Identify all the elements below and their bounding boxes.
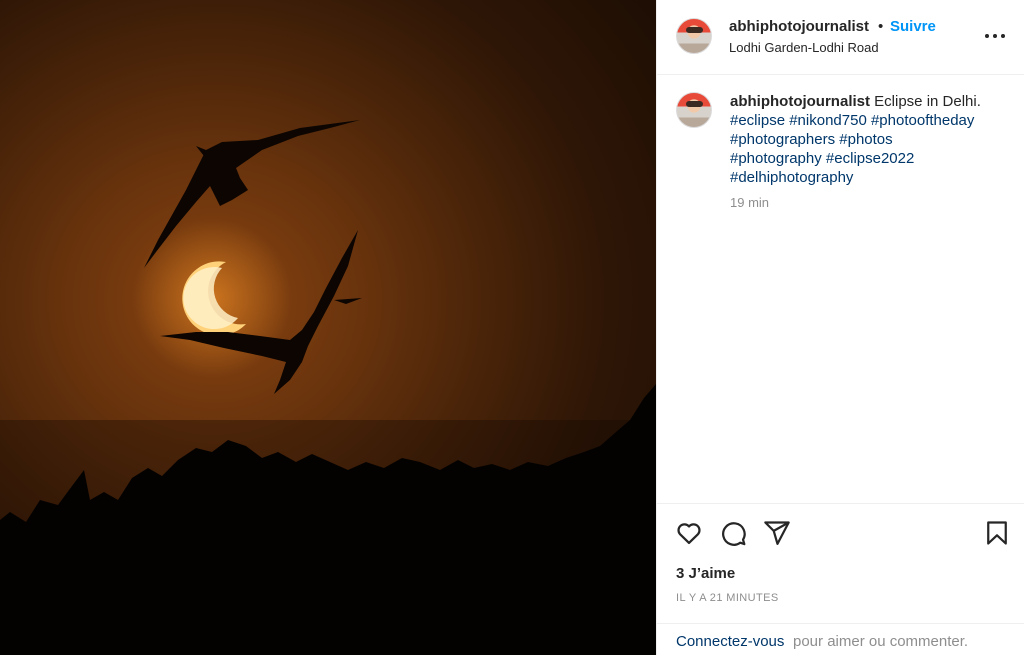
caption-time[interactable]: 19 min bbox=[730, 195, 769, 210]
bookmark-icon[interactable] bbox=[983, 519, 1011, 547]
hashtag-link[interactable]: #eclipse bbox=[730, 112, 785, 129]
login-prompt: Connectez-vous pour aimer ou commenter. bbox=[657, 623, 1024, 655]
username-link[interactable]: abhiphotojournalist bbox=[729, 18, 869, 35]
hashtag-link[interactable]: #eclipse2022 bbox=[826, 150, 914, 167]
caption-body: Eclipse in Delhi. bbox=[874, 93, 981, 110]
hashtag-link[interactable]: #delhiphotography bbox=[730, 169, 853, 186]
post-header: abhiphotojournalist • Suivre Lodhi Garde… bbox=[657, 0, 1024, 75]
hashtag-link[interactable]: #photooftheday bbox=[871, 112, 974, 129]
more-options-icon[interactable] bbox=[983, 23, 1007, 47]
caption-section: abhiphotojournalist Eclipse in Delhi. #e… bbox=[657, 75, 1024, 503]
post-photo[interactable] bbox=[0, 0, 656, 655]
hashtag-link[interactable]: #photos bbox=[839, 131, 892, 148]
post-timestamp[interactable]: IL Y A 21 MINUTES bbox=[676, 592, 779, 604]
location-link[interactable]: Lodhi Garden-Lodhi Road bbox=[729, 40, 879, 55]
comment-icon[interactable] bbox=[719, 519, 747, 547]
separator-dot: • bbox=[878, 18, 884, 35]
hashtag-link[interactable]: #photographers bbox=[730, 131, 835, 148]
caption-username[interactable]: abhiphotojournalist bbox=[730, 93, 870, 110]
login-link[interactable]: Connectez-vous bbox=[676, 633, 784, 650]
hashtag-link[interactable]: #nikond750 bbox=[789, 112, 867, 129]
login-prompt-text: pour aimer ou commenter. bbox=[793, 633, 969, 650]
hashtag-link[interactable]: #photography bbox=[730, 150, 822, 167]
post-sidebar: abhiphotojournalist • Suivre Lodhi Garde… bbox=[656, 0, 1024, 655]
hashtag-list: #eclipse #nikond750 #photooftheday #phot… bbox=[730, 111, 1010, 187]
avatar[interactable] bbox=[676, 92, 712, 128]
share-icon[interactable] bbox=[763, 519, 791, 547]
likes-count[interactable]: 3 J’aime bbox=[676, 565, 735, 582]
follow-button[interactable]: Suivre bbox=[890, 18, 936, 35]
eclipse-birds-photo bbox=[0, 120, 656, 655]
avatar[interactable] bbox=[676, 18, 712, 54]
heart-icon[interactable] bbox=[675, 519, 703, 547]
caption-text: abhiphotojournalist Eclipse in Delhi. #e… bbox=[730, 92, 1010, 187]
